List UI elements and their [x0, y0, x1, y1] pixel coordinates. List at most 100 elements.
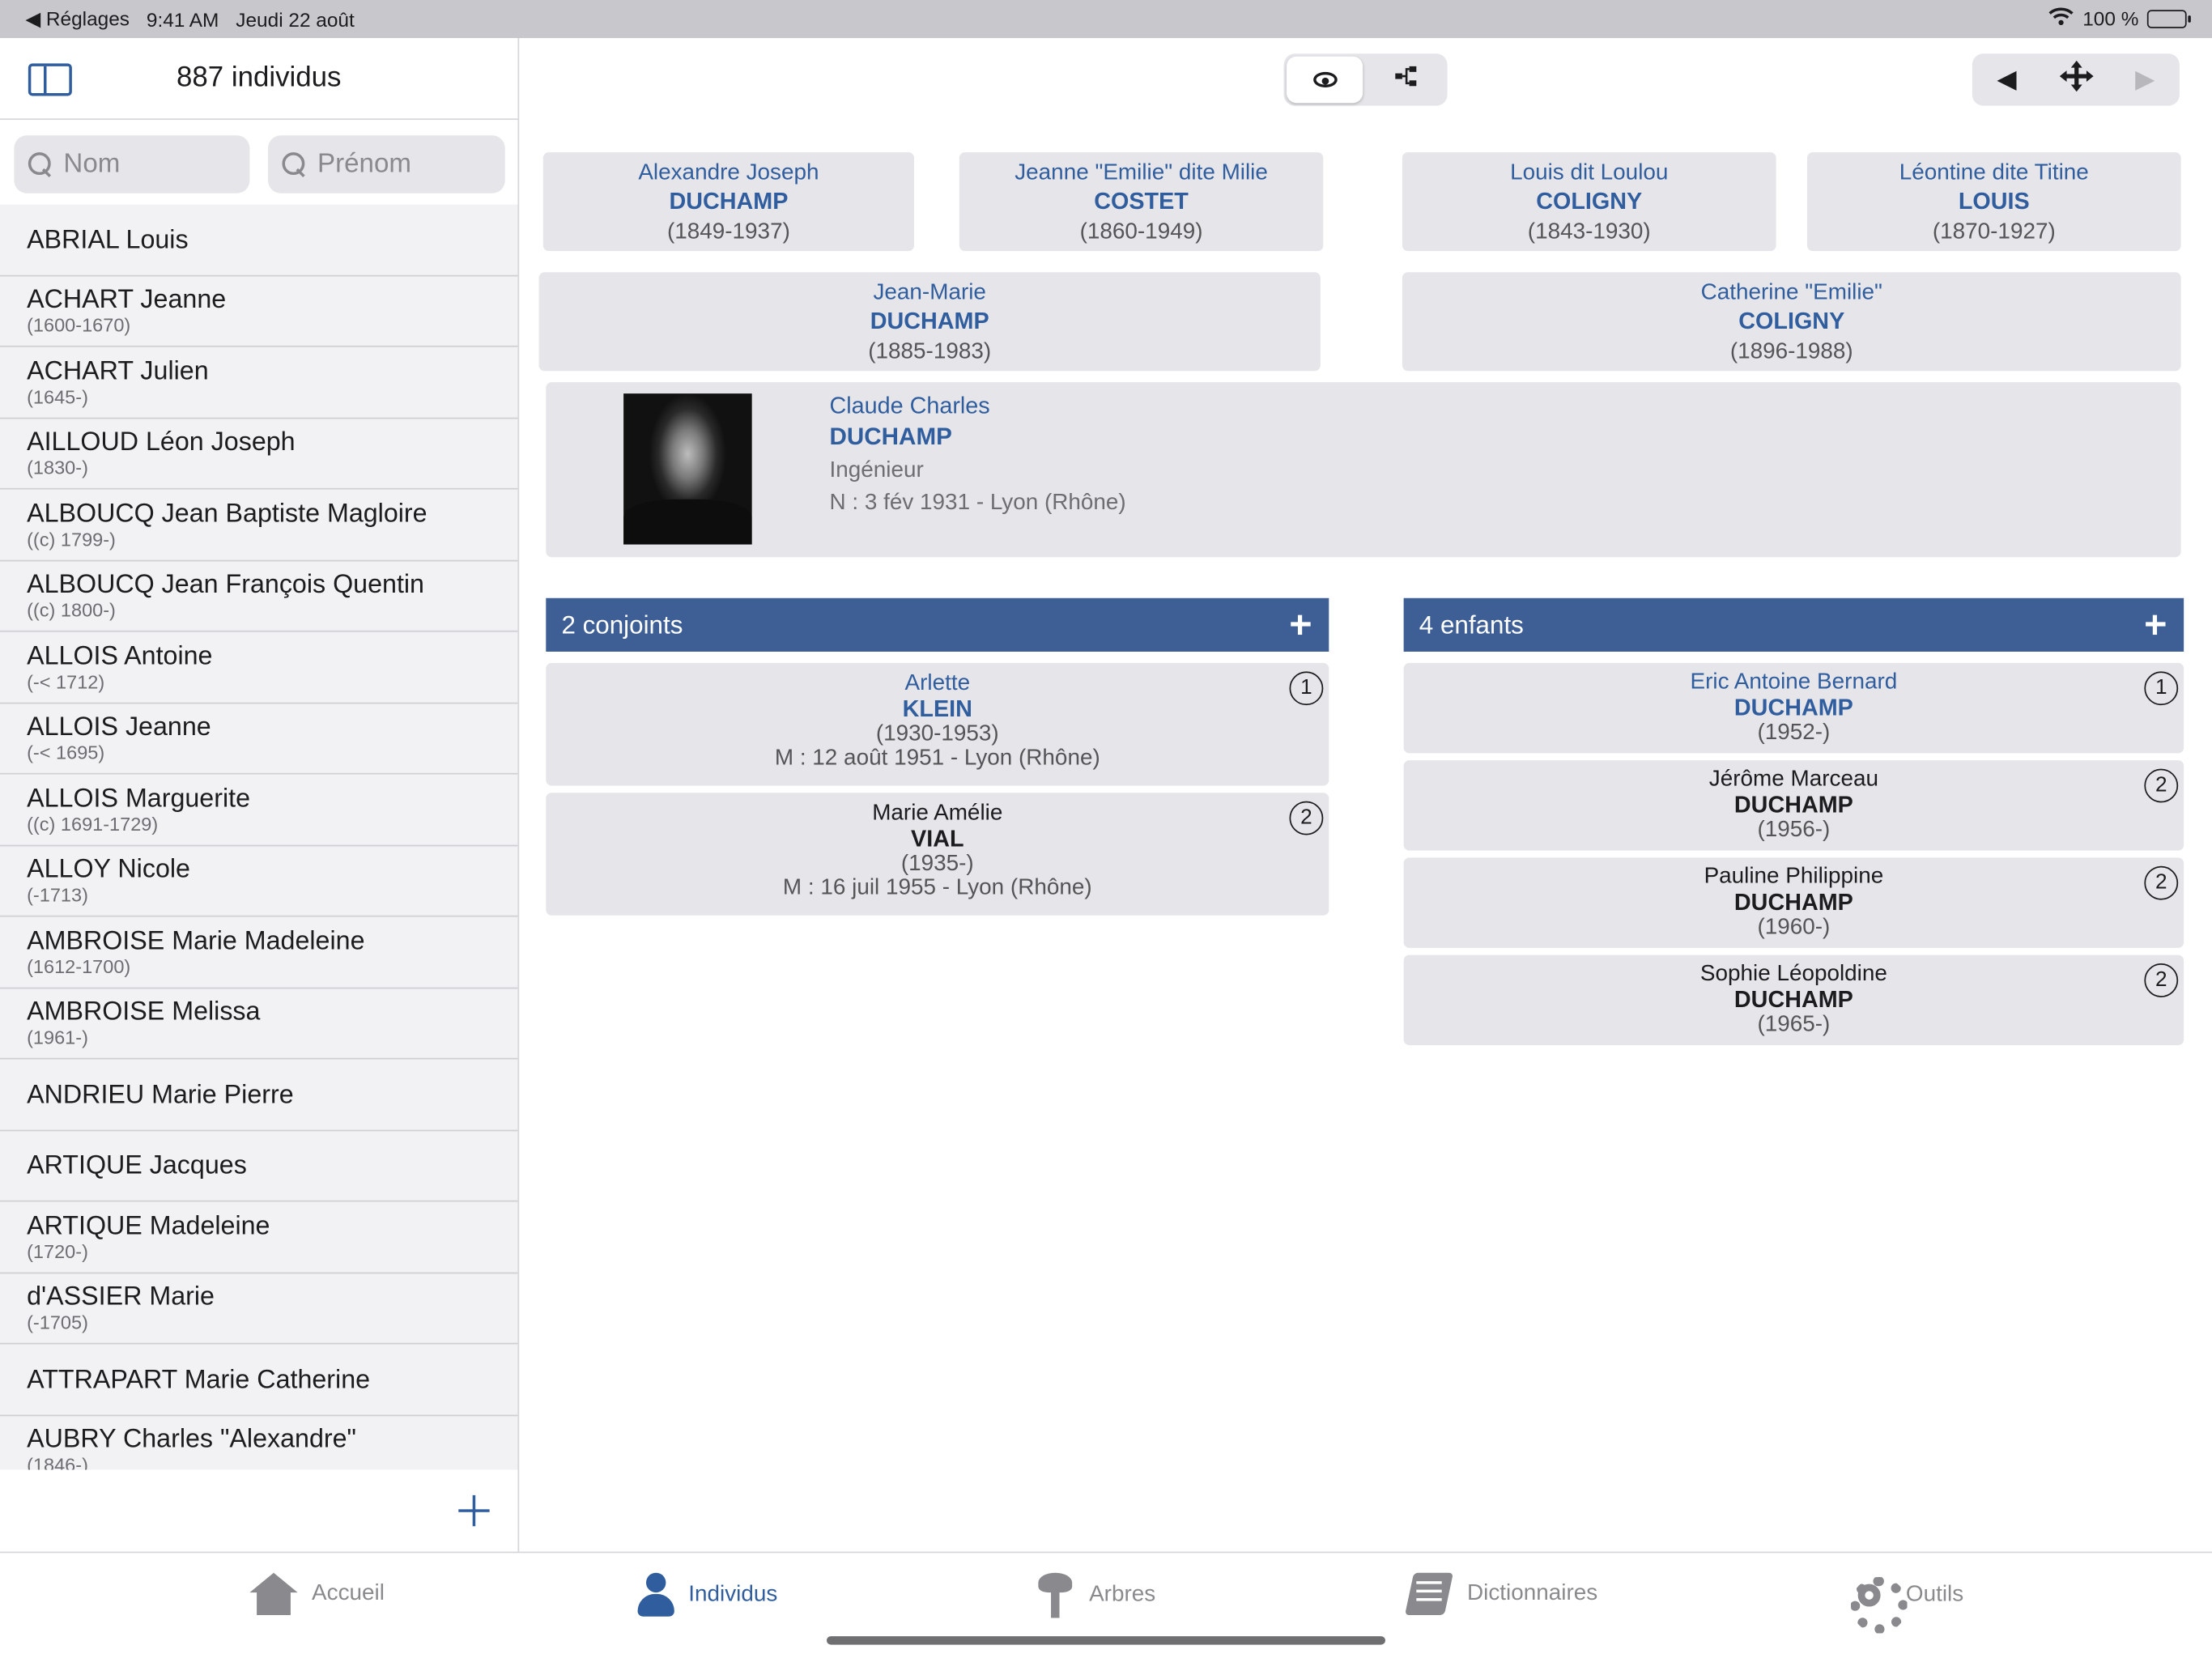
tab-dictionnaires[interactable]: Dictionnaires — [1405, 1573, 1597, 1615]
child-card[interactable]: Eric Antoine Bernard DUCHAMP (1952-) 1 — [1403, 662, 2184, 754]
list-item-dates: ((c) 1799-) — [27, 528, 116, 551]
parent-dates: (1885-1983) — [868, 339, 992, 364]
person-first-name: Claude Charles — [829, 393, 990, 419]
tab-label: Individus — [688, 1582, 778, 1606]
list-item[interactable]: ACHART Julien (1645-) — [0, 347, 518, 419]
grandparent-last-name: LOUIS — [1958, 189, 2030, 215]
list-item-dates: ((c) 1800-) — [27, 599, 116, 622]
person-icon — [637, 1572, 674, 1617]
spouse-first-name: Arlette — [904, 671, 971, 695]
home-icon — [249, 1572, 298, 1615]
list-item[interactable]: ARTIQUE Madeleine (1720-) — [0, 1201, 518, 1273]
list-item-name: ALBOUCQ Jean Baptiste Magloire — [27, 497, 428, 528]
first-name-search[interactable] — [268, 135, 505, 193]
list-item[interactable]: AMBROISE Marie Madeleine (1612-1700) — [0, 917, 518, 988]
child-card[interactable]: Pauline Philippine DUCHAMP (1960-) 2 — [1403, 857, 2184, 948]
grandparent-card[interactable]: Léontine dite Titine LOUIS (1870-1927) — [1806, 152, 2181, 252]
history-navigation: ◀ ▶ — [1972, 53, 2180, 106]
back-to-app-link[interactable]: ◀ Réglages — [25, 7, 130, 32]
book-icon — [1405, 1573, 1453, 1615]
person-photo[interactable] — [623, 393, 752, 545]
list-item[interactable]: AILLOUD Léon Joseph (1830-) — [0, 419, 518, 490]
list-item[interactable]: AUBRY Charles "Alexandre" (1846-) — [0, 1415, 517, 1469]
list-item-name: ACHART Jeanne — [27, 283, 227, 314]
tab-individus[interactable]: Individus — [637, 1572, 778, 1617]
add-spouse-button[interactable] — [1291, 614, 1311, 636]
grandparent-last-name: DUCHAMP — [669, 189, 789, 215]
tree-icon — [1036, 1572, 1075, 1618]
list-item-name: ACHART Julien — [27, 355, 209, 385]
list-item[interactable]: ALBOUCQ Jean François Quentin ((c) 1800-) — [0, 561, 518, 632]
forward-button[interactable]: ▶ — [2111, 53, 2180, 105]
tab-accueil[interactable]: Accueil — [249, 1572, 385, 1615]
eye-icon — [1312, 71, 1337, 88]
list-item[interactable]: ALLOIS Jeanne (-< 1695) — [0, 704, 518, 775]
parent-dates: (1896-1988) — [1729, 339, 1853, 364]
parent-first-name: Jean-Marie — [873, 280, 986, 305]
list-item-name: ALLOIS Jeanne — [27, 711, 211, 742]
child-dates: (1956-) — [1757, 818, 1831, 843]
parent-last-name: COLIGNY — [1738, 308, 1845, 334]
child-last-name: DUCHAMP — [1733, 793, 1853, 818]
father-card[interactable]: Jean-Marie DUCHAMP (1885-1983) — [538, 272, 1321, 372]
list-item[interactable]: d'ASSIER Marie (-1705) — [0, 1273, 518, 1345]
list-item-name: d'ASSIER Marie — [27, 1281, 215, 1312]
add-child-button[interactable] — [2146, 614, 2166, 636]
list-item[interactable]: AMBROISE Melissa (1961-) — [0, 988, 518, 1060]
center-button[interactable] — [2041, 53, 2110, 105]
spouse-last-name: VIAL — [911, 827, 964, 852]
view-mode-tree-button[interactable] — [1368, 57, 1444, 103]
list-item-name: ALBOUCQ Jean François Quentin — [27, 568, 425, 599]
grandparent-first-name: Louis dit Loulou — [1510, 160, 1669, 185]
grandparent-card[interactable]: Louis dit Loulou COLIGNY (1843-1930) — [1402, 152, 1776, 252]
first-name-search-input[interactable] — [317, 148, 473, 181]
list-item[interactable]: ALBOUCQ Jean Baptiste Magloire ((c) 1799-… — [0, 490, 518, 561]
grandparent-card[interactable]: Alexandre Joseph DUCHAMP (1849-1937) — [542, 152, 915, 252]
list-item-dates: (-< 1695) — [27, 742, 105, 764]
list-item[interactable]: ALLOIS Antoine (-< 1712) — [0, 632, 518, 704]
tab-outils[interactable]: Outils — [1847, 1573, 1963, 1634]
child-last-name: DUCHAMP — [1733, 695, 1853, 721]
grandparent-dates: (1849-1937) — [666, 219, 790, 244]
list-item[interactable]: ARTIQUE Jacques — [0, 1130, 518, 1202]
child-last-name: DUCHAMP — [1733, 890, 1853, 916]
status-time: 9:41 AM — [146, 7, 219, 31]
gear-icon — [1847, 1573, 1908, 1634]
view-mode-details-button[interactable] — [1287, 56, 1363, 104]
spouse-card[interactable]: Marie Amélie VIAL (1935-) M : 16 juil 19… — [546, 793, 1329, 916]
chevron-right-icon: ▶ — [2135, 65, 2155, 93]
home-indicator[interactable] — [827, 1636, 1385, 1645]
tab-label: Dictionnaires — [1467, 1581, 1598, 1605]
child-card[interactable]: Jérôme Marceau DUCHAMP (1956-) 2 — [1403, 760, 2184, 851]
grandparent-card[interactable]: Jeanne "Emilie" dite Milie COSTET (1860-… — [959, 152, 1324, 252]
grandparent-last-name: COSTET — [1094, 189, 1189, 215]
list-item-dates: (1830-) — [27, 457, 88, 479]
list-item-dates: (1961-) — [27, 1027, 88, 1048]
list-item-name: AMBROISE Melissa — [27, 996, 261, 1027]
list-item-name: ARTIQUE Madeleine — [27, 1209, 270, 1240]
main-person-card[interactable]: Claude Charles DUCHAMP Ingénieur N : 3 f… — [546, 382, 2181, 558]
list-item-name: ALLOY Nicole — [27, 853, 190, 884]
back-button[interactable]: ◀ — [1972, 53, 2041, 105]
list-item[interactable]: ACHART Jeanne (1600-1670) — [0, 276, 518, 347]
list-item-name: ABRIAL Louis — [27, 223, 189, 254]
list-item[interactable]: ATTRAPART Marie Catherine — [0, 1344, 518, 1416]
child-card[interactable]: Sophie Léopoldine DUCHAMP (1965-) 2 — [1403, 954, 2184, 1046]
list-item-dates: (1720-) — [27, 1240, 88, 1262]
spouse-order-badge: 1 — [1289, 671, 1324, 706]
tab-label: Arbres — [1089, 1582, 1156, 1607]
tab-arbres[interactable]: Arbres — [1036, 1572, 1156, 1618]
last-name-search-input[interactable] — [63, 148, 219, 181]
list-item[interactable]: ANDRIEU Marie Pierre — [0, 1060, 518, 1131]
children-header-label: 4 enfants — [1419, 610, 1524, 639]
add-person-button[interactable] — [458, 1494, 490, 1527]
spouse-card[interactable]: Arlette KLEIN (1930-1953) M : 12 août 19… — [546, 662, 1329, 786]
last-name-search[interactable] — [14, 135, 250, 193]
list-item[interactable]: ALLOIS Marguerite ((c) 1691-1729) — [0, 775, 518, 846]
status-bar: ◀ Réglages 9:41 AM Jeudi 22 août 100 % — [0, 0, 2212, 39]
list-item[interactable]: ABRIAL Louis — [0, 205, 518, 276]
back-app-label: Réglages — [45, 6, 130, 30]
mother-card[interactable]: Catherine "Emilie" COLIGNY (1896-1988) — [1402, 272, 2181, 372]
parent-first-name: Catherine "Emilie" — [1700, 280, 1882, 305]
list-item[interactable]: ALLOY Nicole (-1713) — [0, 846, 518, 917]
